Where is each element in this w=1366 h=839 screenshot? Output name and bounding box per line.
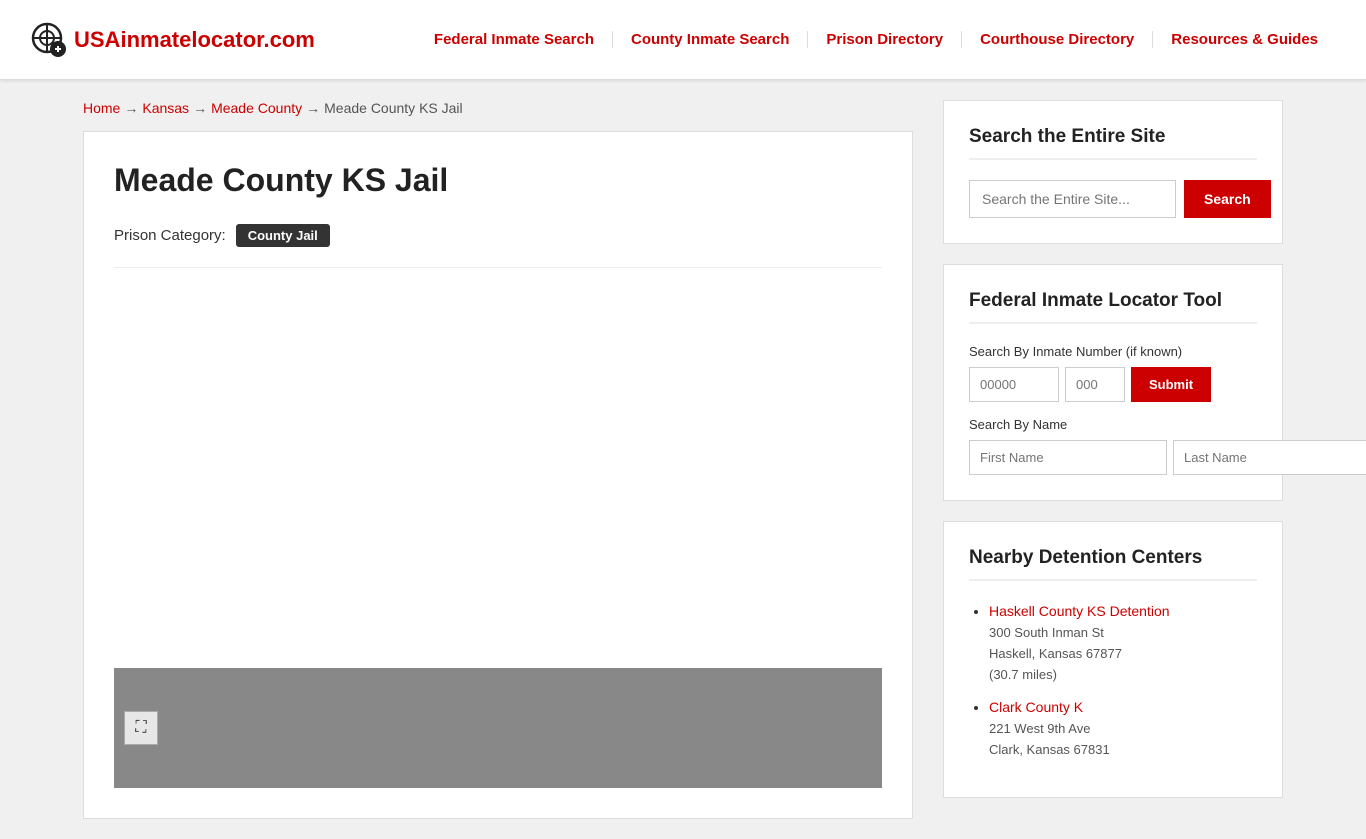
logo-text: USAinmatelocator.com [74, 27, 315, 53]
nav-county-inmate-search[interactable]: County Inmate Search [613, 31, 808, 48]
nearby-list: Haskell County KS Detention 300 South In… [969, 601, 1257, 760]
inmate-name-row: Submit [969, 440, 1257, 475]
nearby-address-2b: Clark, Kansas 67831 [989, 742, 1110, 757]
nearby-link-2[interactable]: Clark County K [989, 699, 1083, 715]
expand-icon: ⛶ [135, 719, 146, 737]
breadcrumb-kansas[interactable]: Kansas [142, 100, 189, 116]
nav-prison-directory[interactable]: Prison Directory [808, 31, 962, 48]
map-placeholder: ⛶ [114, 668, 882, 788]
inmate-first-name-input[interactable] [969, 440, 1167, 475]
site-header: USAinmatelocator.com Federal Inmate Sear… [0, 0, 1366, 80]
breadcrumb-home[interactable]: Home [83, 100, 120, 116]
content-wrap: Home → Kansas → Meade County → Meade Cou… [53, 80, 1313, 839]
breadcrumb-county[interactable]: Meade County [211, 100, 302, 116]
breadcrumb-arrow-1: → [124, 100, 138, 116]
prison-category-row: Prison Category: County Jail [114, 224, 882, 268]
inmate-number-input-1[interactable] [969, 367, 1059, 402]
breadcrumb-arrow-2: → [193, 100, 207, 116]
list-item: Clark County K 221 West 9th Ave Clark, K… [989, 697, 1257, 760]
inmate-name-label: Search By Name [969, 417, 1257, 432]
nearby-address-2: 221 West 9th Ave [989, 721, 1090, 736]
nearby-distance-1: (30.7 miles) [989, 667, 1057, 682]
inmate-locator-title: Federal Inmate Locator Tool [969, 290, 1257, 324]
category-badge: County Jail [236, 224, 330, 247]
prison-category-label: Prison Category: [114, 227, 226, 244]
search-site-title: Search the Entire Site [969, 126, 1257, 160]
article-title: Meade County KS Jail [114, 162, 882, 199]
map-area: ⛶ [114, 668, 882, 788]
inmate-number-label: Search By Inmate Number (if known) [969, 344, 1257, 359]
nearby-title: Nearby Detention Centers [969, 547, 1257, 581]
main-nav: Federal Inmate Search County Inmate Sear… [355, 31, 1336, 48]
breadcrumb-arrow-3: → [306, 100, 320, 116]
nav-federal-inmate-search[interactable]: Federal Inmate Search [416, 31, 613, 48]
inmate-last-name-input[interactable] [1173, 440, 1366, 475]
site-logo[interactable]: USAinmatelocator.com [30, 21, 315, 59]
nav-resources-guides[interactable]: Resources & Guides [1153, 31, 1336, 48]
inmate-number-input-2[interactable] [1065, 367, 1125, 402]
list-item: Haskell County KS Detention 300 South In… [989, 601, 1257, 685]
search-row: Search [969, 180, 1257, 218]
search-site-card: Search the Entire Site Search [943, 100, 1283, 244]
breadcrumb-current: Meade County KS Jail [324, 100, 463, 116]
map-expand-button[interactable]: ⛶ [124, 711, 158, 745]
search-input[interactable] [969, 180, 1176, 218]
nearby-address-1b: Haskell, Kansas 67877 [989, 646, 1122, 661]
nav-courthouse-directory[interactable]: Courthouse Directory [962, 31, 1153, 48]
breadcrumb: Home → Kansas → Meade County → Meade Cou… [83, 100, 913, 116]
nearby-link-1[interactable]: Haskell County KS Detention [989, 603, 1170, 619]
article-box: Meade County KS Jail Prison Category: Co… [83, 131, 913, 819]
inmate-number-row: Submit [969, 367, 1257, 402]
inmate-locator-card: Federal Inmate Locator Tool Search By In… [943, 264, 1283, 501]
main-content: Home → Kansas → Meade County → Meade Cou… [83, 100, 913, 819]
nearby-card: Nearby Detention Centers Haskell County … [943, 521, 1283, 798]
search-button[interactable]: Search [1184, 180, 1271, 218]
nearby-address-1: 300 South Inman St [989, 625, 1104, 640]
logo-icon [30, 21, 68, 59]
sidebar: Search the Entire Site Search Federal In… [943, 100, 1283, 819]
inmate-number-submit[interactable]: Submit [1131, 367, 1211, 402]
